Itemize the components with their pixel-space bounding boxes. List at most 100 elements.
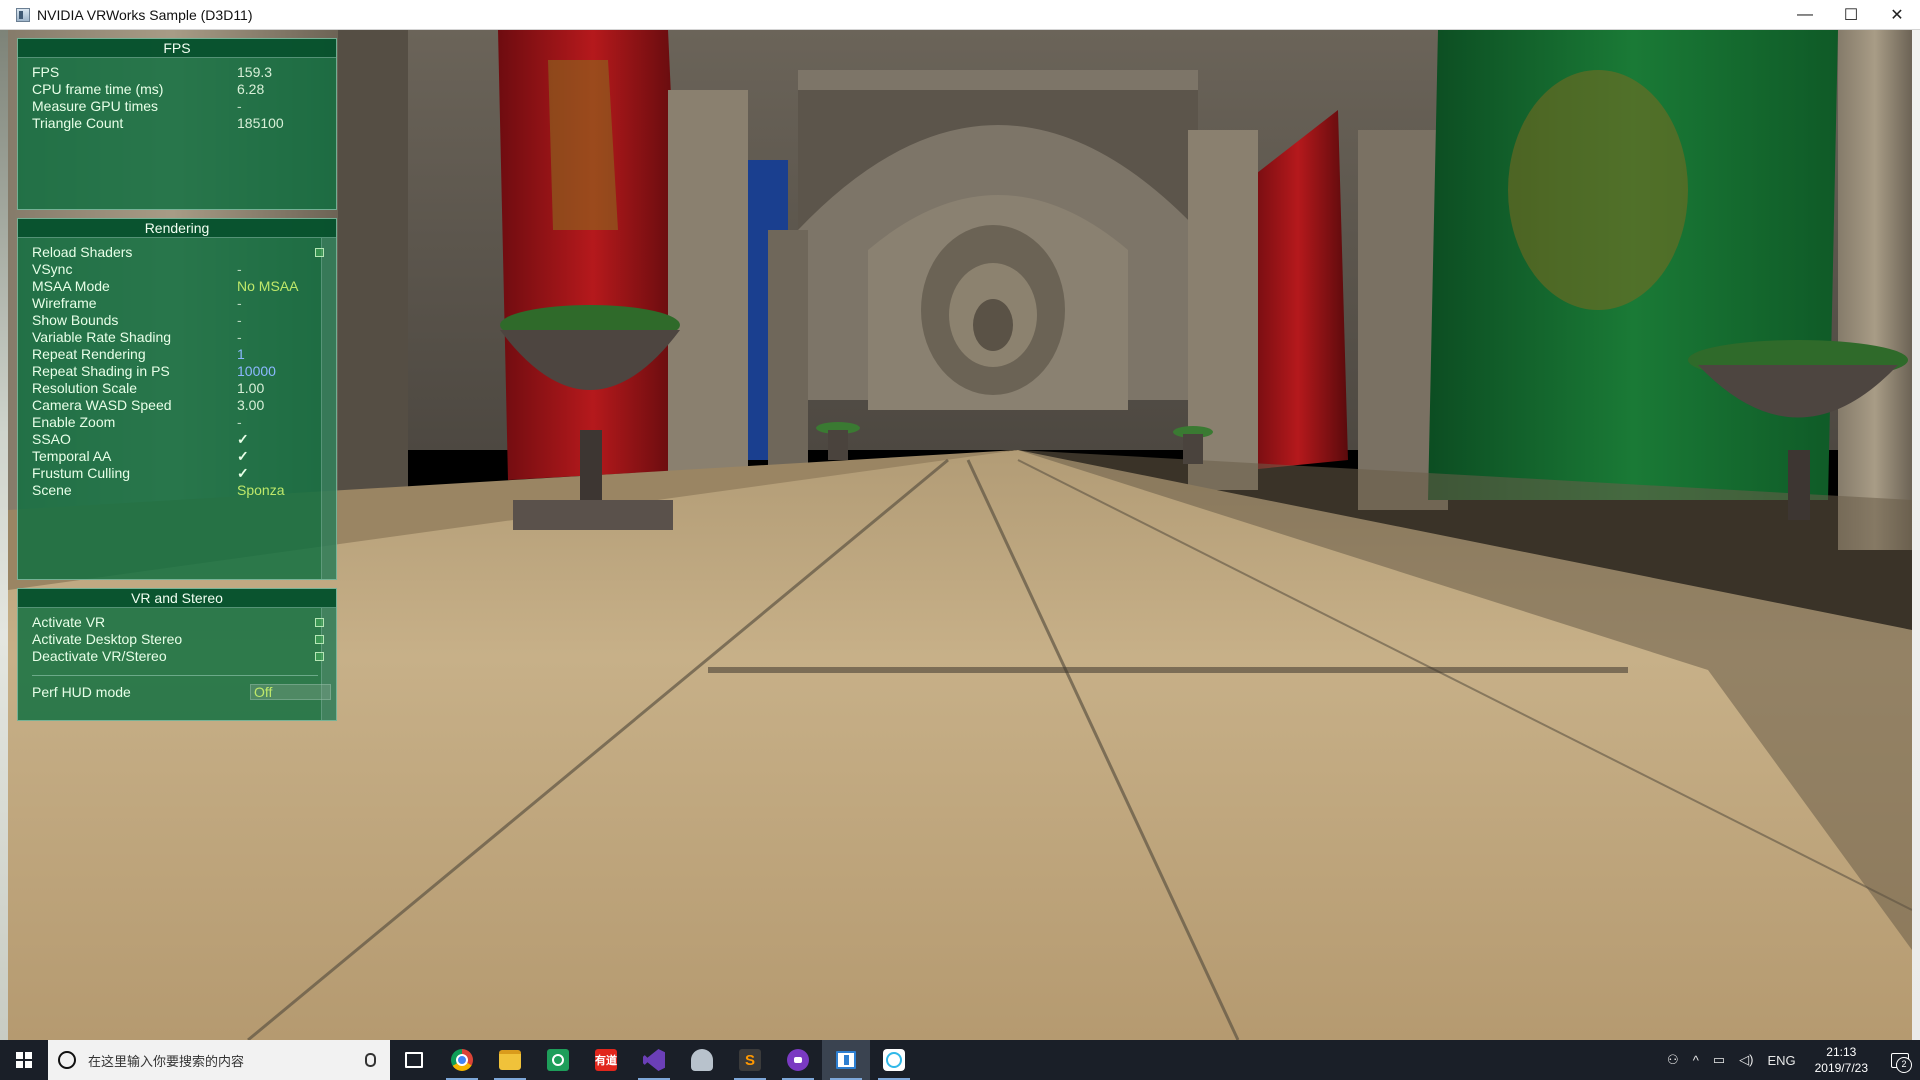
media-app-icon xyxy=(787,1049,809,1071)
msaa-mode-row[interactable]: MSAA Mode No MSAA xyxy=(32,278,336,295)
volume-icon[interactable]: ◁) xyxy=(1739,1052,1753,1068)
taskbar-chat-app[interactable] xyxy=(870,1040,918,1080)
cortana-circle-icon xyxy=(58,1051,76,1069)
taskbar-clock[interactable]: 21:13 2019/7/23 xyxy=(1815,1044,1868,1076)
network-icon[interactable]: ▭ xyxy=(1713,1052,1725,1068)
deactivate-vr-stereo-row[interactable]: Deactivate VR/Stereo xyxy=(32,648,336,665)
vr-stereo-panel: VR and Stereo Activate VR Activate Deskt… xyxy=(17,588,337,721)
people-icon[interactable]: ⚇ xyxy=(1667,1052,1679,1068)
activate-vr-label: Activate VR xyxy=(32,614,106,630)
repeat-rendering-label: Repeat Rendering xyxy=(32,346,146,362)
task-view-icon xyxy=(405,1052,423,1068)
chat-app-icon xyxy=(883,1049,905,1071)
window-title: NVIDIA VRWorks Sample (D3D11) xyxy=(37,6,253,23)
repeat-shading-input[interactable]: 10000 xyxy=(237,363,276,380)
visual-studio-icon xyxy=(643,1049,665,1071)
camera-speed-slider[interactable]: 3.00 xyxy=(237,397,264,414)
variable-rate-shading-row[interactable]: Variable Rate Shading - xyxy=(32,329,336,346)
perf-hud-label: Perf HUD mode xyxy=(32,684,131,700)
vsync-row[interactable]: VSync - xyxy=(32,261,336,278)
msaa-mode-select[interactable]: No MSAA xyxy=(237,278,298,295)
temporal-aa-label: Temporal AA xyxy=(32,448,112,464)
activate-vr-row[interactable]: Activate VR xyxy=(32,614,336,631)
repeat-rendering-row[interactable]: Repeat Rendering 1 xyxy=(32,346,336,363)
task-view-button[interactable] xyxy=(390,1040,438,1080)
activate-desktop-stereo-row[interactable]: Activate Desktop Stereo xyxy=(32,631,336,648)
microphone-icon[interactable] xyxy=(365,1053,376,1067)
frustum-culling-label: Frustum Culling xyxy=(32,465,131,481)
taskbar-network-app[interactable] xyxy=(678,1040,726,1080)
frustum-culling-check-icon[interactable]: ✓ xyxy=(237,465,249,482)
measure-gpu-times-label: Measure GPU times xyxy=(32,98,159,114)
temporal-aa-check-icon[interactable]: ✓ xyxy=(237,448,249,465)
window-frame-left xyxy=(0,30,8,1040)
taskbar-file-explorer[interactable] xyxy=(486,1040,534,1080)
fps-row: FPS 159.3 xyxy=(32,64,336,81)
window-title-bar[interactable]: NVIDIA VRWorks Sample (D3D11) — ☐ ✕ xyxy=(0,0,1920,30)
minimize-button[interactable]: — xyxy=(1782,0,1828,30)
reload-shaders-row[interactable]: Reload Shaders xyxy=(32,244,336,261)
show-bounds-toggle[interactable]: - xyxy=(237,312,242,329)
vsync-toggle[interactable]: - xyxy=(237,261,242,278)
taskbar-chrome[interactable] xyxy=(438,1040,486,1080)
action-center-button[interactable]: 2 xyxy=(1880,1040,1920,1080)
measure-gpu-times-row[interactable]: Measure GPU times - xyxy=(32,98,336,115)
resolution-scale-slider[interactable]: 1.00 xyxy=(237,380,264,397)
show-hidden-icons-chevron-icon[interactable]: ^ xyxy=(1693,1053,1699,1068)
vrworks-sample-icon xyxy=(836,1051,856,1069)
taskbar-vrworks-sample[interactable] xyxy=(822,1040,870,1080)
fps-panel-title: FPS xyxy=(18,39,336,58)
wireframe-row[interactable]: Wireframe - xyxy=(32,295,336,312)
vsync-label: VSync xyxy=(32,261,73,277)
reload-shaders-button[interactable] xyxy=(315,248,324,257)
scene-row[interactable]: Scene Sponza xyxy=(32,482,336,499)
repeat-rendering-input[interactable]: 1 xyxy=(237,346,245,363)
resolution-scale-label: Resolution Scale xyxy=(32,380,138,396)
resolution-scale-row[interactable]: Resolution Scale 1.00 xyxy=(32,380,336,397)
activate-vr-button[interactable] xyxy=(315,618,324,627)
ssao-check-icon[interactable]: ✓ xyxy=(237,431,249,448)
enable-zoom-label: Enable Zoom xyxy=(32,414,116,430)
enable-zoom-row[interactable]: Enable Zoom - xyxy=(32,414,336,431)
start-button[interactable] xyxy=(0,1040,48,1080)
measure-gpu-times-value[interactable]: - xyxy=(237,98,242,115)
perf-hud-row[interactable]: Perf HUD mode Off xyxy=(32,684,336,701)
sublime-text-icon: S xyxy=(739,1049,761,1071)
ssao-row[interactable]: SSAO ✓ xyxy=(32,431,336,448)
wireframe-label: Wireframe xyxy=(32,295,97,311)
youdao-dict-icon: 有道 xyxy=(595,1049,617,1071)
show-bounds-row[interactable]: Show Bounds - xyxy=(32,312,336,329)
taskbar-search-box[interactable]: 在这里输入你要搜索的内容 xyxy=(48,1040,390,1080)
wireframe-toggle[interactable]: - xyxy=(237,295,242,312)
close-button[interactable]: ✕ xyxy=(1874,0,1920,30)
ssao-label: SSAO xyxy=(32,431,71,447)
maximize-button[interactable]: ☐ xyxy=(1828,0,1874,30)
scene-select[interactable]: Sponza xyxy=(237,482,284,499)
deactivate-vr-stereo-button[interactable] xyxy=(315,652,324,661)
taskbar-contacts-app[interactable] xyxy=(534,1040,582,1080)
perf-hud-value: Off xyxy=(254,684,273,700)
vr-panel-divider xyxy=(32,675,318,676)
triangle-count-value: 185100 xyxy=(237,115,284,131)
activate-desktop-stereo-button[interactable] xyxy=(315,635,324,644)
frustum-culling-row[interactable]: Frustum Culling ✓ xyxy=(32,465,336,482)
triangle-count-row: Triangle Count 185100 xyxy=(32,115,336,132)
variable-rate-shading-toggle[interactable]: - xyxy=(237,329,242,346)
taskbar-youdao[interactable]: 有道 xyxy=(582,1040,630,1080)
taskbar-visual-studio[interactable] xyxy=(630,1040,678,1080)
enable-zoom-toggle[interactable]: - xyxy=(237,414,242,431)
system-tray: ⚇ ^ ▭ ◁) ENG 21:13 2019/7/23 2 xyxy=(1660,1040,1920,1080)
vr-stereo-panel-title: VR and Stereo xyxy=(18,589,336,608)
camera-speed-row[interactable]: Camera WASD Speed 3.00 xyxy=(32,397,336,414)
input-language[interactable]: ENG xyxy=(1767,1053,1795,1068)
taskbar-media-app[interactable] xyxy=(774,1040,822,1080)
deactivate-vr-stereo-label: Deactivate VR/Stereo xyxy=(32,648,167,664)
file-explorer-icon xyxy=(499,1050,521,1070)
fps-panel: FPS FPS 159.3 CPU frame time (ms) 6.28 M… xyxy=(17,38,337,210)
repeat-shading-label: Repeat Shading in PS xyxy=(32,363,170,379)
temporal-aa-row[interactable]: Temporal AA ✓ xyxy=(32,448,336,465)
taskbar-sublime-text[interactable]: S xyxy=(726,1040,774,1080)
window-controls: — ☐ ✕ xyxy=(1782,0,1920,30)
triangle-count-label: Triangle Count xyxy=(32,115,124,131)
repeat-shading-row[interactable]: Repeat Shading in PS 10000 xyxy=(32,363,336,380)
